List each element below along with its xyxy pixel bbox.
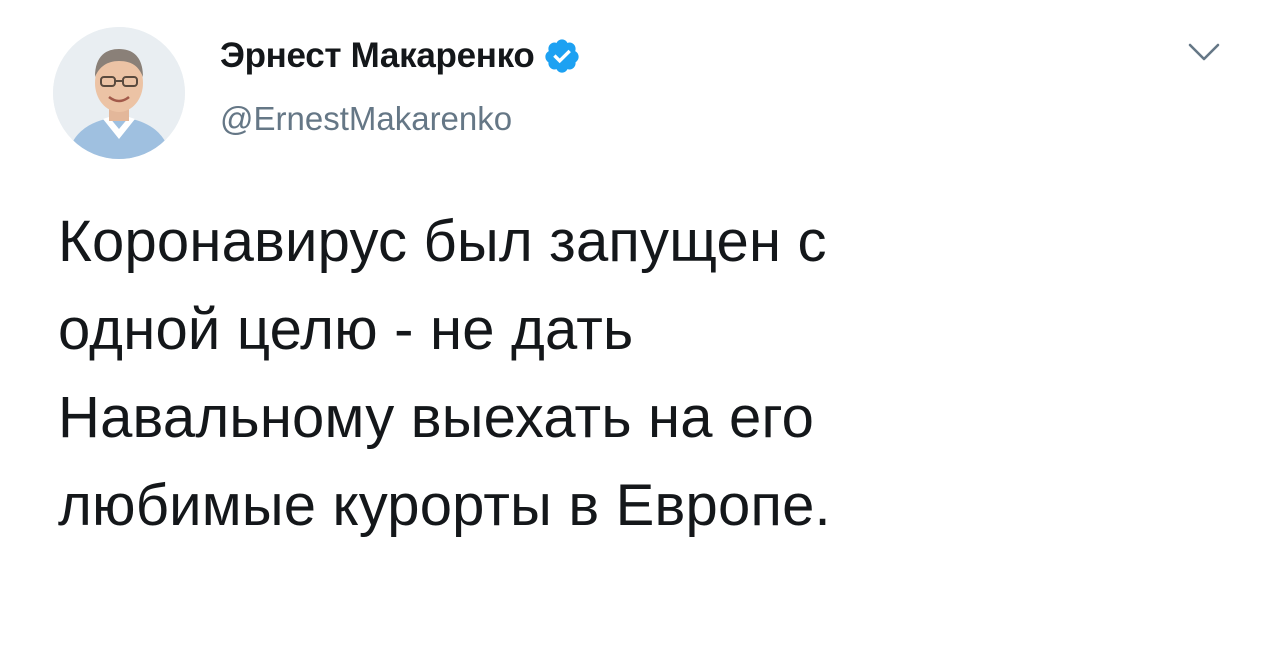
author-avatar[interactable]	[53, 27, 185, 159]
avatar-photo	[53, 27, 185, 159]
author-handle[interactable]: @ErnestMakarenko	[220, 100, 512, 138]
chevron-down-icon	[1188, 43, 1220, 61]
tweet-body-text: Коронавирус был запущен с одной целю - н…	[58, 209, 831, 538]
tweet-card: Эрнест Макаренко @ErnestMakarenko Корона…	[0, 0, 1280, 663]
tweet-menu-button[interactable]	[1180, 28, 1228, 76]
author-display-name[interactable]: Эрнест Макаренко	[220, 36, 535, 76]
verified-badge-icon	[543, 37, 581, 75]
author-name-row: Эрнест Макаренко	[220, 30, 581, 82]
